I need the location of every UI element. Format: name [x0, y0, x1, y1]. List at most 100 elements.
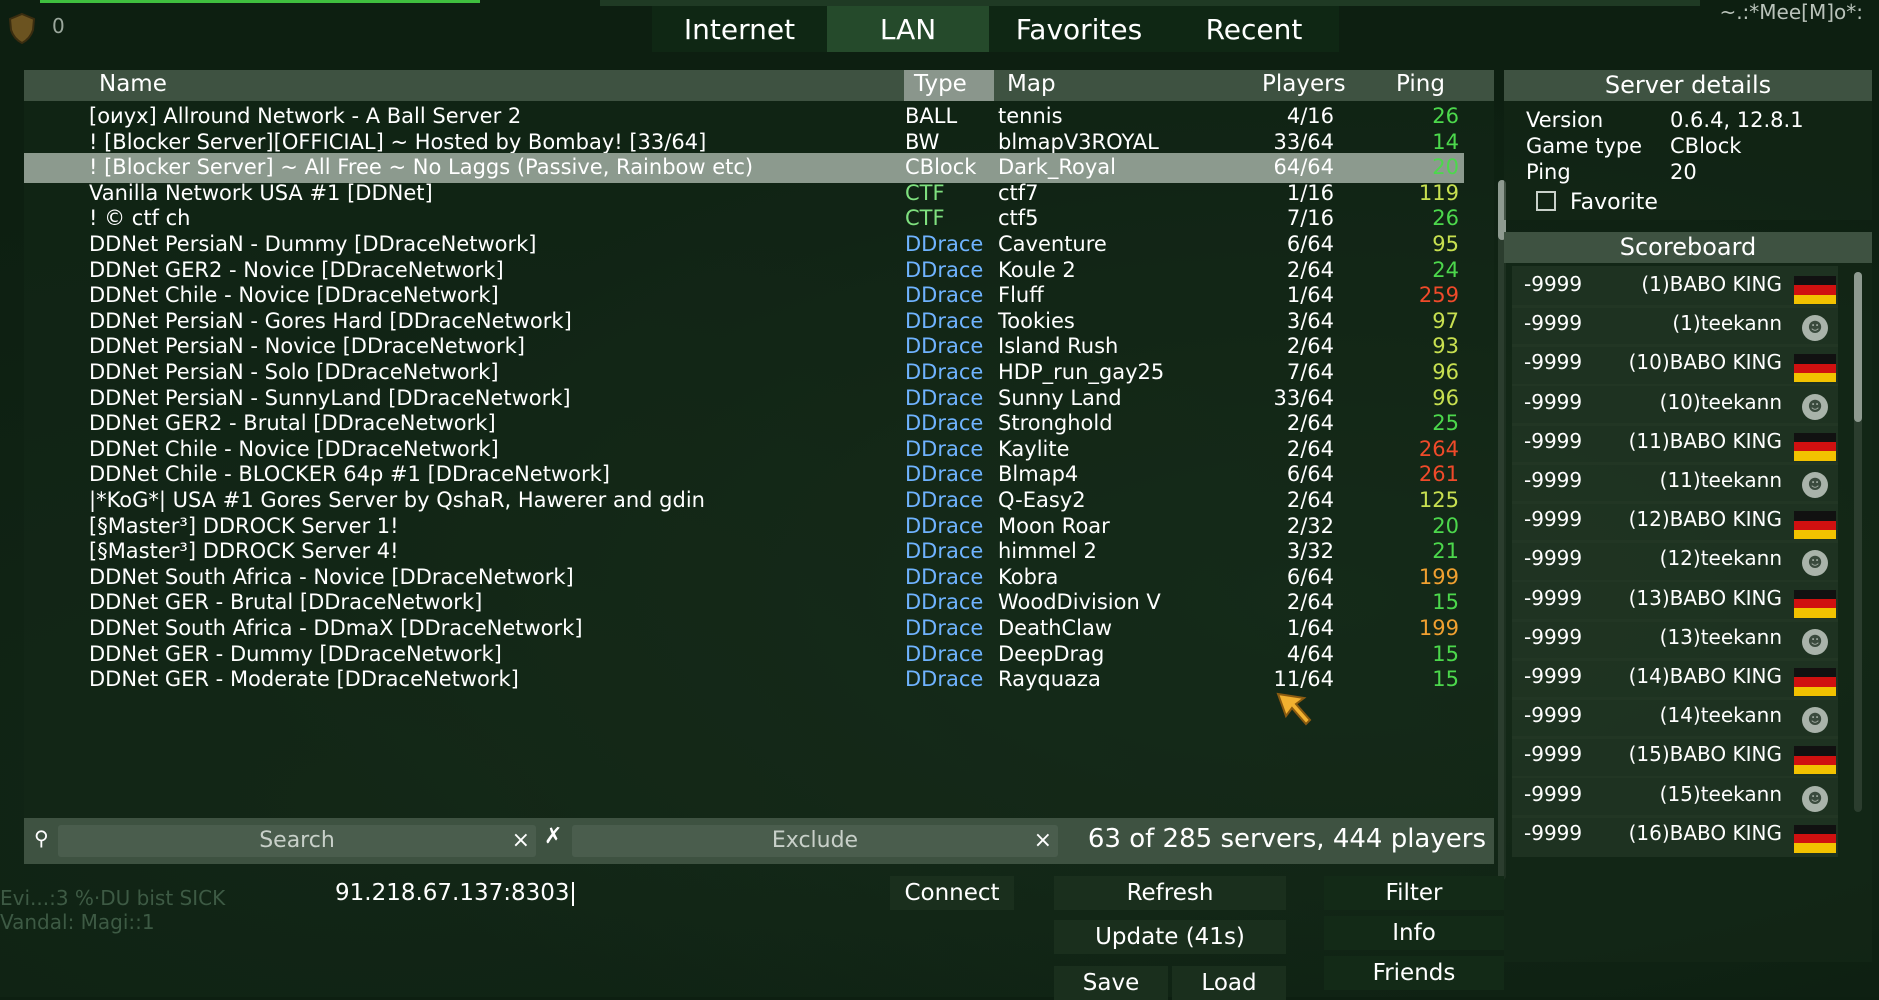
server-players: 2/64: [1286, 488, 1334, 512]
player-score: -9999: [1524, 664, 1583, 688]
server-name: ! © ctf ch: [89, 206, 191, 231]
load-button[interactable]: Load: [1172, 966, 1286, 1000]
tab-internet[interactable]: Internet: [652, 6, 827, 52]
detail-gametype: Game type CBlock: [1526, 134, 1741, 158]
server-map: Kaylite: [998, 436, 1070, 461]
scoreboard-list: -9999 (1)BABO KING -9999 (1)teekann ☻ -9999 (1…: [1512, 266, 1842, 958]
server-map: Rayquaza: [998, 667, 1101, 692]
scoreboard-panel: Scoreboard -9999 (1)BABO KING -9999 (1)teek…: [1504, 232, 1872, 962]
server-ping: 14: [1432, 129, 1459, 154]
mouse-cursor-icon: [1276, 692, 1312, 726]
server-players: 3/64: [1286, 308, 1334, 333]
server-name: DDNet GER - Moderate [DDraceNetwork]: [89, 667, 519, 692]
scoreboard-row: -9999 (1)BABO KING: [1512, 266, 1838, 308]
player-name: (11)teekann: [1659, 468, 1782, 492]
player-score: -9999: [1524, 272, 1583, 296]
search-input[interactable]: Search ×: [58, 825, 536, 857]
scoreboard-row: -9999 (10)BABO KING: [1512, 344, 1838, 387]
server-players: 3/32: [1286, 539, 1334, 564]
server-map: himmel 2: [998, 539, 1097, 564]
column-players[interactable]: Players: [1262, 71, 1346, 97]
player-name: (15)teekann: [1659, 781, 1782, 806]
exclude-icon: ✗: [544, 824, 563, 849]
scrollbar-thumb[interactable]: [1854, 272, 1862, 422]
player-score: -9999: [1524, 624, 1583, 649]
player-score: -9999: [1524, 781, 1583, 806]
save-button[interactable]: Save: [1054, 966, 1168, 1000]
tab-lan[interactable]: LAN: [827, 6, 989, 52]
column-map[interactable]: Map: [1007, 71, 1056, 97]
update-button[interactable]: Update (41s): [1054, 920, 1286, 954]
server-ping: 20: [1432, 155, 1459, 180]
search-placeholder: Search: [259, 828, 335, 853]
connect-button[interactable]: Connect: [890, 876, 1014, 910]
player-name: (15)BABO KING: [1628, 742, 1782, 767]
server-name: DDNet Chile - Novice [DDraceNetwork]: [89, 283, 499, 308]
scoreboard-row: -9999 (11)BABO KING: [1512, 422, 1838, 465]
player-name: (1)teekann: [1672, 311, 1782, 336]
player-score: -9999: [1524, 428, 1583, 453]
server-players: 2/32: [1286, 513, 1334, 538]
clear-exclude-icon[interactable]: ×: [1034, 828, 1052, 853]
filter-button[interactable]: Filter: [1324, 876, 1504, 910]
server-players: 64/64: [1273, 155, 1334, 180]
server-name: ! [Blocker Server][OFFICIAL] ~ Hosted by…: [89, 129, 707, 154]
server-map: Stronghold: [998, 411, 1113, 436]
server-type: DDrace: [905, 257, 984, 282]
server-ping: 21: [1432, 539, 1459, 564]
player-name: (12)teekann: [1659, 546, 1782, 571]
scoreboard-row: -9999 (16)BABO KING: [1512, 814, 1838, 857]
ping-label: Ping: [1526, 160, 1571, 184]
server-type: DDrace: [905, 641, 984, 666]
column-ping[interactable]: Ping: [1396, 71, 1445, 97]
server-map: Moon Roar: [998, 513, 1110, 538]
server-map: ctf5: [998, 206, 1039, 231]
player-name: (13)teekann: [1659, 624, 1782, 649]
player-name: (14)BABO KING: [1628, 664, 1782, 688]
refresh-button[interactable]: Refresh: [1054, 876, 1286, 910]
player-score: -9999: [1524, 742, 1583, 767]
column-type[interactable]: Type: [914, 71, 967, 97]
chat-line: Evi...:3 %·DU bist SICK: [0, 886, 226, 910]
search-icon: ⚲: [34, 826, 49, 850]
germany-flag-icon: [1794, 668, 1836, 696]
tab-recent[interactable]: Recent: [1169, 6, 1339, 52]
chat-log: Evi...:3 %·DU bist SICK Vandal: Magi::1: [0, 886, 225, 934]
friends-button[interactable]: Friends: [1324, 956, 1504, 990]
server-players: 1/16: [1286, 180, 1334, 205]
server-row[interactable]: DDNet GER - Moderate [DDraceNetwork] DDra…: [24, 665, 1464, 695]
server-type: DDrace: [905, 488, 984, 512]
server-type: DDrace: [905, 385, 984, 410]
favorite-checkbox[interactable]: Favorite: [1536, 190, 1658, 215]
scoreboard-row: -9999 (10)teekann ☻: [1512, 383, 1838, 426]
germany-flag-icon: [1794, 276, 1836, 304]
info-button[interactable]: Info: [1324, 916, 1504, 950]
server-rows: [оиух] Allround Network - A Ball Server …: [24, 102, 1479, 886]
exclude-input[interactable]: Exclude ×: [572, 825, 1058, 857]
server-ping: 259: [1418, 283, 1459, 308]
version-value: 0.6.4, 12.8.1: [1670, 108, 1804, 132]
column-name[interactable]: Name: [99, 71, 167, 97]
hud-player-tag: ~.:*Mee[M]o*:: [1719, 0, 1863, 24]
address-value: 91.218.67.137:8303: [335, 880, 570, 906]
scoreboard-row: -9999 (1)teekann ☻: [1512, 305, 1838, 348]
player-score: -9999: [1524, 507, 1583, 532]
germany-flag-icon: [1794, 354, 1836, 383]
server-players: 7/64: [1286, 360, 1334, 384]
address-input[interactable]: 91.218.67.137:8303: [335, 880, 574, 906]
server-players: 33/64: [1273, 385, 1334, 410]
player-name: (1)BABO KING: [1641, 272, 1782, 296]
server-ping: 26: [1432, 104, 1459, 128]
server-map: tennis: [998, 104, 1063, 128]
server-type: DDrace: [905, 360, 984, 384]
server-players: 7/16: [1286, 206, 1334, 231]
server-ping: 93: [1432, 334, 1459, 359]
clear-search-icon[interactable]: ×: [512, 828, 530, 853]
tab-favorites[interactable]: Favorites: [989, 6, 1169, 52]
tee-skin-icon: ☻: [1802, 393, 1828, 420]
scoreboard-row: -9999 (15)teekann ☻: [1512, 775, 1838, 818]
scoreboard-scrollbar[interactable]: [1854, 272, 1862, 812]
server-type: DDrace: [905, 411, 984, 436]
server-type: DDrace: [905, 539, 984, 564]
tee-skin-icon: ☻: [1802, 315, 1828, 342]
